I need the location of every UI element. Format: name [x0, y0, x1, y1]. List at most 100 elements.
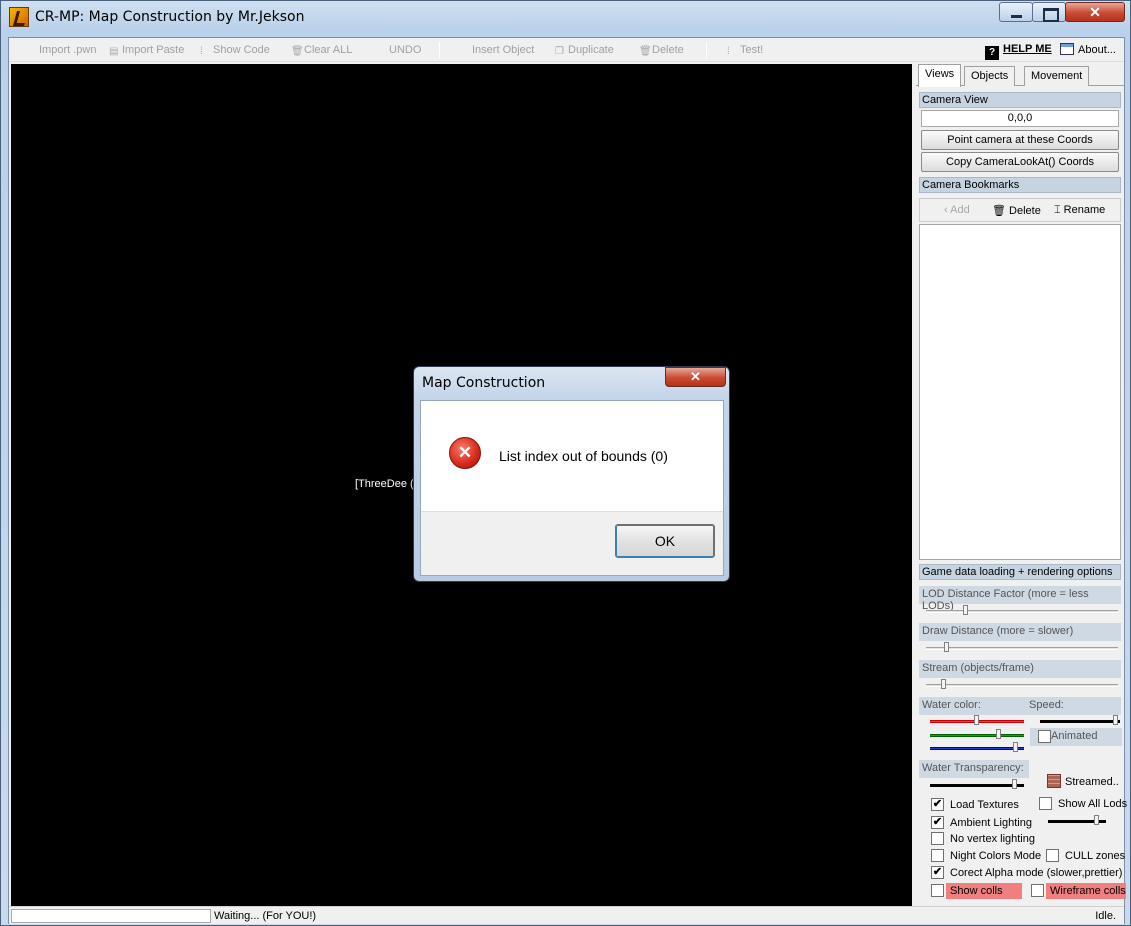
night-colors-label: Night Colors Mode	[950, 850, 1042, 862]
tab-views[interactable]: Views	[918, 64, 962, 87]
code-icon: ⁞	[200, 46, 203, 57]
water-blue-slider[interactable]	[930, 747, 1024, 750]
draw-distance-slider[interactable]	[926, 647, 1118, 650]
load-textures-label: Load Textures	[950, 799, 1019, 811]
help-icon: ?	[985, 46, 999, 60]
toolbar: Import .pwn ▤ Import Paste ⁞ Show Code 🗑Cl…	[9, 38, 1124, 62]
show-colls-label: Show colls	[950, 885, 1003, 897]
bookmark-list[interactable]	[919, 224, 1121, 560]
about-button[interactable]: About...	[1060, 43, 1116, 56]
test-button[interactable]: ⁞ Test!	[727, 44, 764, 57]
no-vertex-lighting-checkbox[interactable]	[931, 832, 944, 845]
import-paste-label: Import Paste	[122, 44, 185, 56]
stream-thumb[interactable]	[941, 679, 946, 689]
duplicate-label: Duplicate	[568, 44, 614, 56]
animated-checkbox[interactable]	[1038, 730, 1051, 743]
window-icon	[1060, 43, 1074, 55]
speed-thumb[interactable]	[1113, 715, 1118, 725]
import-paste-button[interactable]: ▤ Import Paste	[109, 44, 185, 57]
water-blue-thumb[interactable]	[1013, 742, 1018, 752]
water-transparency-thumb[interactable]	[1012, 779, 1017, 789]
show-code-button[interactable]: ⁞ Show Code	[200, 44, 270, 57]
no-vertex-lighting-label: No vertex lighting	[950, 833, 1035, 845]
minimize-button[interactable]	[999, 2, 1033, 22]
speed-slider[interactable]	[1040, 720, 1120, 723]
rendering-options-header: Game data loading + rendering options	[919, 564, 1121, 580]
error-icon	[449, 437, 481, 469]
show-code-label: Show Code	[213, 44, 270, 56]
dialog-footer: OK	[421, 511, 723, 575]
camera-view-header: Camera View	[919, 92, 1121, 108]
trash-icon: 🗑	[291, 46, 304, 57]
about-label: About...	[1078, 44, 1116, 56]
water-green-thumb[interactable]	[996, 729, 1001, 739]
bookmark-add-button[interactable]: ‹ Add	[944, 204, 970, 216]
ambient-lighting-checkbox[interactable]: ✔	[931, 816, 944, 829]
show-all-lods-checkbox[interactable]	[1039, 797, 1052, 810]
panel-tabs: Views Objects Movement	[916, 64, 1124, 87]
trash-icon: 🗑	[639, 46, 652, 57]
window-title: CR-MP: Map Construction by Mr.Jekson	[35, 9, 305, 25]
tab-objects[interactable]: Objects	[964, 66, 1016, 86]
error-dialog: Map Construction List index out of bound…	[413, 366, 730, 582]
status-progress	[11, 909, 211, 923]
speed-label: Speed:	[1029, 699, 1064, 711]
draw-distance-label: Draw Distance (more = slower)	[919, 623, 1121, 641]
animated-label: Animated	[1051, 730, 1098, 742]
status-bar: Waiting... (For YOU!) Idle.	[9, 906, 1124, 924]
test-label: Test!	[740, 44, 764, 56]
wireframe-colls-checkbox[interactable]	[1031, 884, 1044, 897]
cull-zones-checkbox[interactable]	[1046, 849, 1059, 862]
trash-icon: 🗑	[992, 205, 1010, 217]
lod-factor-thumb[interactable]	[963, 605, 968, 615]
status-message: Waiting... (For YOU!)	[214, 910, 317, 922]
toolbar-divider	[706, 42, 707, 58]
bookmark-delete-label: Delete	[1009, 205, 1041, 217]
water-green-slider[interactable]	[930, 734, 1024, 737]
correct-alpha-label: Corect Alpha mode (slower,prettier)	[950, 867, 1123, 879]
bookmark-rename-button[interactable]: ⌶ Rename	[1054, 204, 1105, 217]
draw-distance-thumb[interactable]	[944, 642, 949, 652]
water-section-header: Water color: Speed:	[919, 697, 1121, 715]
water-transparency-slider[interactable]	[930, 784, 1024, 787]
ambient-thumb[interactable]	[1094, 815, 1099, 825]
clear-all-button[interactable]: 🗑Clear ALL	[291, 44, 352, 57]
ambient-lighting-label: Ambient Lighting	[950, 817, 1032, 829]
help-me-button[interactable]: ? HELP ME	[985, 43, 1052, 60]
dialog-close-button[interactable]	[665, 367, 726, 387]
water-red-thumb[interactable]	[974, 715, 979, 725]
water-transparency-label: Water Transparency:	[919, 760, 1029, 778]
viewport-label: [ThreeDee (	[355, 478, 414, 490]
import-pwn-button[interactable]: Import .pwn	[39, 44, 96, 56]
undo-button[interactable]: UNDO	[389, 44, 421, 56]
streamed-button[interactable]: Streamed..	[1047, 774, 1119, 788]
insert-object-button[interactable]: Insert Object	[472, 44, 534, 56]
show-colls-checkbox[interactable]	[931, 884, 944, 897]
night-colors-checkbox[interactable]	[931, 849, 944, 862]
app-icon	[9, 7, 29, 27]
texture-icon	[1047, 774, 1061, 788]
bookmark-delete-button[interactable]: 🗑 Delete	[992, 204, 1041, 217]
title-bar[interactable]: CR-MP: Map Construction by Mr.Jekson	[1, 1, 1130, 33]
ok-button[interactable]: OK	[615, 524, 715, 558]
camera-coords-field[interactable]: 0,0,0	[921, 110, 1119, 127]
correct-alpha-checkbox[interactable]: ✔	[931, 866, 944, 879]
duplicate-icon: ❐	[555, 46, 564, 57]
close-button[interactable]	[1065, 2, 1125, 22]
streamed-label: Streamed..	[1065, 776, 1119, 788]
paste-icon: ▤	[109, 46, 119, 57]
duplicate-button[interactable]: ❐ Duplicate	[555, 44, 614, 57]
load-textures-checkbox[interactable]: ✔	[931, 798, 944, 811]
copy-lookat-button[interactable]: Copy CameraLookAt() Coords	[921, 152, 1119, 172]
lod-factor-slider[interactable]	[926, 610, 1118, 613]
water-color-label: Water color:	[922, 699, 981, 711]
app-window: CR-MP: Map Construction by Mr.Jekson Imp…	[0, 0, 1131, 926]
maximize-button[interactable]	[1032, 2, 1066, 22]
tab-movement[interactable]: Movement	[1024, 66, 1090, 86]
point-camera-button[interactable]: Point camera at these Coords	[921, 130, 1119, 150]
cull-zones-label: CULL zones	[1065, 850, 1126, 862]
dialog-title: Map Construction	[422, 375, 546, 391]
side-panel: Views Objects Movement Camera View 0,0,0…	[916, 64, 1127, 906]
delete-button[interactable]: 🗑Delete	[639, 44, 684, 57]
stream-slider[interactable]	[926, 684, 1118, 687]
